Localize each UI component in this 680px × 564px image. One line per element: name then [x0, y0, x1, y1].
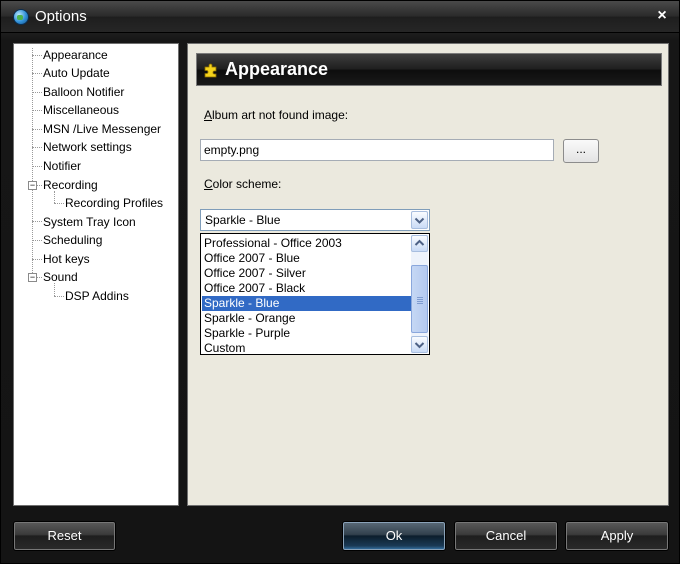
tree-item-dsp-addins[interactable]: DSP Addins: [65, 288, 129, 304]
section-header: Appearance: [196, 53, 662, 86]
recording-expander-icon[interactable]: −: [28, 181, 37, 190]
chevron-down-icon: [414, 342, 425, 349]
tree-connector: [32, 110, 42, 111]
color-scheme-select[interactable]: Sparkle - Blue: [200, 209, 430, 231]
grip-line: [417, 297, 423, 298]
grip-line: [417, 301, 423, 302]
tree-connector: [37, 277, 42, 278]
album-art-input[interactable]: empty.png: [200, 139, 554, 161]
tree-item-balloon-notifier[interactable]: Balloon Notifier: [43, 84, 124, 100]
tree-item-recording[interactable]: Recording: [43, 177, 98, 193]
dropdown-option[interactable]: Professional - Office 2003: [202, 236, 411, 251]
close-button[interactable]: ×: [652, 5, 672, 27]
album-art-label: Album art not found image:: [204, 108, 348, 122]
tree-connector: [37, 185, 42, 186]
tree-item-network-settings[interactable]: Network settings: [43, 139, 132, 155]
color-scheme-dropdown-list[interactable]: Professional - Office 2003 Office 2007 -…: [200, 233, 430, 355]
title-bar[interactable]: Options ×: [1, 1, 679, 33]
globe-icon: [13, 9, 29, 25]
tree-connector: [32, 166, 42, 167]
window-title: Options: [35, 8, 87, 25]
dropdown-option[interactable]: Office 2007 - Blue: [202, 251, 411, 266]
color-scheme-label-text: olor scheme:: [212, 177, 282, 191]
tree-connector: [32, 259, 42, 260]
scroll-up-button[interactable]: [411, 235, 428, 252]
apply-button[interactable]: Apply: [565, 521, 669, 551]
chevron-up-icon: [414, 239, 425, 246]
grip-line: [417, 303, 423, 304]
dropdown-option[interactable]: Sparkle - Purple: [202, 326, 411, 341]
browse-button[interactable]: ...: [563, 139, 599, 163]
puzzle-icon: [204, 63, 217, 78]
section-title: Appearance: [225, 59, 329, 79]
color-scheme-label-accel: C: [204, 177, 213, 191]
reset-button[interactable]: Reset: [13, 521, 116, 551]
tree-connector: [32, 92, 42, 93]
color-scheme-label: Color scheme:: [204, 177, 281, 191]
tree-item-system-tray-icon[interactable]: System Tray Icon: [43, 214, 136, 230]
tree-connector: [54, 203, 64, 204]
combo-dropdown-button[interactable]: [411, 211, 428, 229]
tree-item-sound[interactable]: Sound: [43, 269, 78, 285]
tree-item-hot-keys[interactable]: Hot keys: [43, 251, 90, 267]
tree-connector: [32, 221, 42, 222]
tree-item-scheduling[interactable]: Scheduling: [43, 232, 102, 248]
tree-item-appearance[interactable]: Appearance: [43, 47, 108, 63]
ok-button[interactable]: Ok: [342, 521, 446, 551]
tree-connector: [32, 73, 42, 74]
settings-panel: Appearance Album art not found image: em…: [187, 43, 669, 506]
dropdown-option-selected[interactable]: Sparkle - Blue: [202, 296, 411, 311]
dropdown-option[interactable]: Sparkle - Orange: [202, 311, 411, 326]
options-tree[interactable]: − − Appearance Auto Update Balloon Notif…: [13, 43, 179, 506]
tree-item-recording-profiles[interactable]: Recording Profiles: [65, 195, 163, 211]
tree-item-auto-update[interactable]: Auto Update: [43, 65, 110, 81]
scroll-down-button[interactable]: [411, 336, 428, 353]
tree-connector: [32, 129, 42, 130]
color-scheme-value: Sparkle - Blue: [205, 213, 281, 227]
tree-item-miscellaneous[interactable]: Miscellaneous: [43, 102, 119, 118]
tree-connector: [32, 55, 42, 56]
album-art-label-accel: A: [204, 108, 213, 122]
tree-connector: [32, 48, 33, 279]
tree-connector: [32, 147, 42, 148]
dropdown-scrollbar[interactable]: [411, 235, 428, 353]
options-window: Options × − − Appearance Auto Update Bal…: [0, 0, 680, 564]
album-art-label-text: lbum art not found image:: [212, 108, 349, 122]
dropdown-option[interactable]: Custom: [202, 341, 411, 356]
cancel-button[interactable]: Cancel: [454, 521, 558, 551]
tree-item-msn-live-messenger[interactable]: MSN /Live Messenger: [43, 121, 161, 137]
tree-item-notifier[interactable]: Notifier: [43, 158, 81, 174]
chevron-down-icon: [414, 217, 425, 224]
dropdown-option[interactable]: Office 2007 - Silver: [202, 266, 411, 281]
scroll-thumb[interactable]: [411, 265, 428, 333]
tree-connector: [54, 296, 64, 297]
sound-expander-icon[interactable]: −: [28, 273, 37, 282]
tree-connector: [32, 240, 42, 241]
dropdown-option[interactable]: Office 2007 - Black: [202, 281, 411, 296]
grip-line: [417, 299, 423, 300]
